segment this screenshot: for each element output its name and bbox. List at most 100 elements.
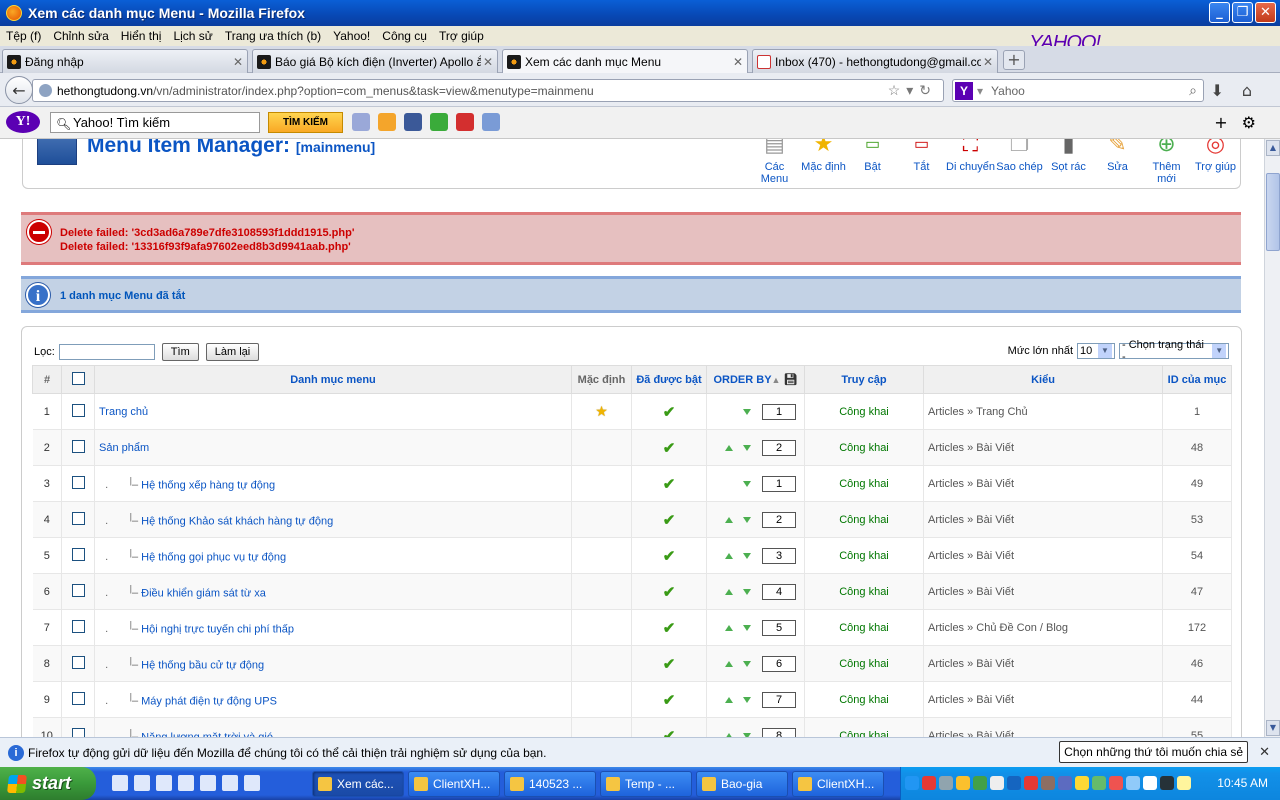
mail-icon[interactable] [352,113,370,131]
word-icon[interactable] [200,775,216,791]
order-input[interactable] [762,583,796,600]
task-word-doc[interactable]: 140523 ... [504,771,596,797]
tray-icon[interactable] [1092,776,1106,790]
close-tab-icon[interactable]: ✕ [231,55,245,69]
bookmark-star-icon[interactable]: ☆▾↻ [888,82,937,99]
row-checkbox[interactable] [71,727,85,737]
menu-item-link[interactable]: Máy phát điện tự động UPS [141,695,277,707]
app-icon[interactable] [156,775,172,791]
move-up-icon[interactable] [725,516,733,523]
menu-item-link[interactable]: Trang chủ [99,406,148,418]
filter-reset-button[interactable]: Làm lại [205,343,260,361]
state-select[interactable]: - Chọn trạng thái - ▼ [1119,339,1229,363]
ie-icon[interactable] [112,775,128,791]
access-link[interactable]: Công khai [839,730,889,738]
unpublish-button[interactable]: ▭ Tắt [897,139,946,185]
yahoo-search-button[interactable]: TÌM KIẾM [268,112,343,133]
new-button[interactable]: ⊕ Thêm mới [1142,139,1191,185]
move-down-icon[interactable] [743,516,751,523]
order-input[interactable] [762,511,796,528]
menu-item[interactable]: Công cụ [376,29,433,43]
access-link[interactable]: Công khai [839,658,889,670]
move-up-icon[interactable] [725,588,733,595]
tray-icon[interactable] [1058,776,1072,790]
download-icon[interactable]: ⬇ [1210,81,1241,100]
col-published[interactable]: Đã được bật [631,365,707,394]
yahoo-search-input[interactable]: 🔍︎ Yahoo! Tìm kiếm [50,112,260,133]
add-icon[interactable]: + [1214,113,1241,132]
row-checkbox[interactable] [71,547,85,561]
order-input[interactable] [762,476,796,492]
access-link[interactable]: Công khai [839,406,889,418]
order-input[interactable] [762,691,796,708]
tray-icon[interactable] [1024,776,1038,790]
tab-bao-gia[interactable]: Báo giá Bộ kích điện (Inverter) Apollo ắ… [252,49,498,73]
published-check-icon[interactable]: ✔ [663,620,676,637]
move-up-icon[interactable] [725,696,733,703]
menu-item-link[interactable]: Hệ thống gọi phục vụ tự động [141,551,286,563]
menu-item-link[interactable]: Hội nghị trực tuyến chi phí thấp [141,623,294,635]
menu-item-link[interactable]: Hệ thống Khảo sát khách hàng tự động [141,515,333,527]
menu-item[interactable]: Yahoo! [327,29,376,43]
games-icon[interactable] [430,113,448,131]
col-access[interactable]: Truy cập [804,365,924,394]
app-icon[interactable] [222,775,238,791]
row-checkbox[interactable] [71,583,85,597]
close-tab-icon[interactable]: ✕ [481,55,495,69]
published-check-icon[interactable]: ✔ [663,584,676,601]
tab-gmail[interactable]: Inbox (470) - hethongtudong@gmail.com...… [752,49,998,73]
menu-item-link[interactable]: Hệ thống xếp hàng tự động [141,479,275,491]
row-checkbox[interactable] [71,691,85,705]
col-order[interactable]: ORDER BY▲ 💾︎ [706,365,805,394]
move-down-icon[interactable] [743,588,751,595]
tray-icon[interactable] [1160,776,1174,790]
back-button[interactable]: ← [5,76,33,104]
task-firefox[interactable]: Xem các... [312,771,404,797]
col-name[interactable]: Danh mục menu [94,365,572,394]
copy-button[interactable]: ❐ Sao chép [995,139,1044,185]
default-star-icon[interactable]: ★ [595,403,608,419]
row-checkbox[interactable] [71,403,85,417]
published-check-icon[interactable]: ✔ [663,512,676,529]
home-icon[interactable]: ⌂ [1242,81,1270,100]
task-temp-folder[interactable]: Temp - ... [600,771,692,797]
new-tab-button[interactable]: + [1003,50,1025,70]
tray-icon[interactable] [1177,776,1191,790]
limit-select[interactable]: 10 ▼ [1077,343,1115,359]
search-bar[interactable]: Y ▾ Yahoo ⌕ [952,79,1204,102]
menu-item-link[interactable]: Hệ thống bầu cử tự động [141,659,264,671]
order-input[interactable] [762,655,796,672]
url-bar[interactable]: hethongtudong.vn/vn/administrator/index.… [32,79,944,102]
menus-button[interactable]: ▤ Các Menu [750,139,799,185]
menu-item[interactable]: Tệp (f) [0,29,47,43]
menu-item-link[interactable]: Sản phẩm [99,442,149,454]
gear-icon[interactable]: ⚙ [1242,113,1270,132]
order-input[interactable] [762,439,796,456]
scroll-thumb[interactable] [1266,173,1280,251]
move-down-icon[interactable] [743,624,751,631]
move-down-icon[interactable] [743,660,751,667]
tray-icon[interactable] [922,776,936,790]
tray-icon[interactable] [1041,776,1055,790]
move-down-icon[interactable] [743,481,751,487]
task-bao-gia[interactable]: Bao-gia [696,771,788,797]
menu-item[interactable]: Trang ưa thích (b) [219,29,327,43]
move-up-icon[interactable] [725,444,733,451]
access-link[interactable]: Công khai [839,622,889,634]
tab-login[interactable]: Đăng nhập ✕ [2,49,248,73]
row-checkbox[interactable] [71,619,85,633]
order-input[interactable] [762,404,796,420]
row-checkbox[interactable] [71,439,85,453]
move-up-icon[interactable] [725,552,733,559]
tray-icon[interactable] [973,776,987,790]
search-icon[interactable]: ⌕ [1189,82,1197,99]
order-input[interactable] [762,727,796,737]
published-check-icon[interactable]: ✔ [663,692,676,709]
scroll-up-icon[interactable]: ▲ [1266,140,1280,156]
trash-button[interactable]: ▮ Sọt rác [1044,139,1093,185]
published-check-icon[interactable]: ✔ [663,476,676,493]
published-check-icon[interactable]: ✔ [663,440,676,457]
col-type[interactable]: Kiểu [923,365,1163,394]
start-button[interactable]: start [0,767,96,800]
facebook-icon[interactable] [404,113,422,131]
